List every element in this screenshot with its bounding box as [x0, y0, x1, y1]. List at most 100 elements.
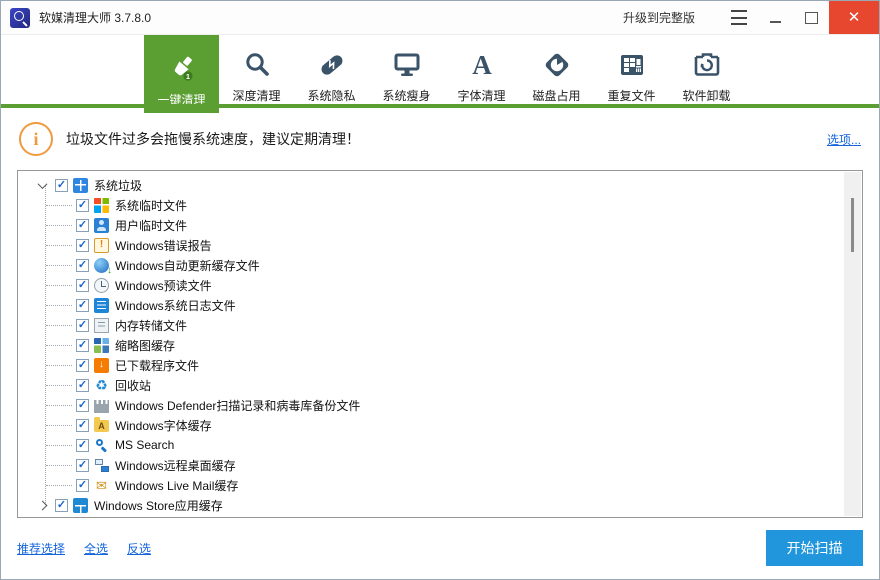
- tree-item[interactable]: ✓ 系统垃圾: [18, 175, 843, 195]
- toolbar-tab-3[interactable]: 系统隐私: [294, 35, 369, 109]
- checkbox[interactable]: ✓: [76, 279, 89, 292]
- checkbox[interactable]: ✓: [76, 419, 89, 432]
- checkbox[interactable]: ✓: [76, 319, 89, 332]
- recommend-select-link[interactable]: 推荐选择: [17, 540, 65, 557]
- tree-item-label: 用户临时文件: [115, 217, 187, 234]
- tree-guide-line: [45, 185, 46, 505]
- deep-scan-icon: [242, 44, 272, 86]
- tree-item[interactable]: ✓Windows系统日志文件: [18, 295, 843, 315]
- minimize-button[interactable]: [757, 1, 793, 34]
- font-cache-icon: A: [94, 420, 109, 432]
- checkbox[interactable]: ✓: [76, 339, 89, 352]
- tree-item[interactable]: ✓Windows远程桌面缓存: [18, 455, 843, 475]
- live-mail-icon: ✉: [94, 478, 109, 493]
- app-logo-icon: [10, 8, 30, 28]
- tree-item-label: MS Search: [115, 438, 174, 452]
- maximize-button[interactable]: [793, 1, 829, 34]
- tree-item-label: 系统垃圾: [94, 177, 142, 194]
- tree-connector: [46, 345, 72, 346]
- tree-item[interactable]: ✓ ✉ Windows Live Mail缓存: [18, 475, 843, 495]
- tree-item[interactable]: ✓ Windows自动更新缓存文件: [18, 255, 843, 275]
- tree-item[interactable]: ✓ 缩略图缓存: [18, 335, 843, 355]
- toolbar-tab-1[interactable]: 1一键清理: [144, 35, 219, 113]
- invert-select-link[interactable]: 反选: [127, 540, 151, 557]
- checkbox[interactable]: ✓: [76, 359, 89, 372]
- checkbox[interactable]: ✓: [76, 379, 89, 392]
- toolbar-tab-label: 系统瘦身: [382, 87, 430, 104]
- tree-item[interactable]: ✓ ♻ 回收站: [18, 375, 843, 395]
- checkbox[interactable]: ✓: [76, 259, 89, 272]
- ms-search-icon: [94, 438, 109, 453]
- tree-item[interactable]: ✓ A Windows字体缓存: [18, 415, 843, 435]
- app-window: 软媒清理大师 3.7.8.0 升级到完整版 ✕ 1一键清理深度清理系统隐私系统瘦…: [0, 0, 880, 580]
- upgrade-link[interactable]: 升级到完整版: [623, 1, 695, 34]
- tree-item-label: 缩略图缓存: [115, 337, 175, 354]
- tree-item-label: Windows Live Mail缓存: [115, 477, 238, 494]
- info-bar: i 垃圾文件过多会拖慢系统速度，建议定期清理！ 选项...: [1, 108, 879, 170]
- remote-desktop-icon: [94, 458, 109, 473]
- main-menu-button[interactable]: [721, 1, 757, 34]
- defender-icon: [94, 398, 109, 413]
- tree-item[interactable]: ✓Windows Store应用缓存: [18, 495, 843, 515]
- checkbox[interactable]: ✓: [76, 439, 89, 452]
- toolbar-tab-7[interactable]: 重复文件: [594, 35, 669, 109]
- update-cache-icon: [94, 258, 109, 273]
- checkbox[interactable]: ✓: [55, 499, 68, 512]
- memory-dump-icon: [94, 318, 109, 333]
- close-button[interactable]: ✕: [829, 1, 879, 34]
- tree-item[interactable]: ✓Windows Defender扫描记录和病毒库备份文件: [18, 395, 843, 415]
- tree-item[interactable]: ✓↓已下载程序文件: [18, 355, 843, 375]
- tree-item-label: 系统临时文件: [115, 197, 187, 214]
- tree-item-label: Windows字体缓存: [115, 417, 212, 434]
- tree-connector: [46, 285, 72, 286]
- close-icon: ✕: [848, 10, 861, 25]
- toolbar-tab-label: 磁盘占用: [532, 87, 580, 104]
- tree-connector: [46, 445, 72, 446]
- tree-item[interactable]: ✓ 用户临时文件: [18, 215, 843, 235]
- tree-item-label: 已下载程序文件: [115, 357, 199, 374]
- checkbox[interactable]: ✓: [76, 299, 89, 312]
- options-link[interactable]: 选项...: [827, 131, 861, 148]
- start-scan-button[interactable]: 开始扫描: [766, 530, 863, 566]
- toolbar-tab-2[interactable]: 深度清理: [219, 35, 294, 109]
- user-files-icon: [94, 218, 109, 233]
- checkbox[interactable]: ✓: [76, 199, 89, 212]
- windows-logo-icon: [73, 178, 88, 193]
- main-toolbar: 1一键清理深度清理系统隐私系统瘦身A字体清理磁盘占用重复文件软件卸载: [1, 35, 879, 108]
- checkbox[interactable]: ✓: [76, 219, 89, 232]
- tree-item-label: 回收站: [115, 377, 151, 394]
- toolbar-tab-5[interactable]: A字体清理: [444, 35, 519, 109]
- maximize-icon: [805, 12, 818, 24]
- privacy-pill-icon: [317, 44, 347, 86]
- tree-connector: [46, 485, 72, 486]
- select-all-link[interactable]: 全选: [84, 540, 108, 557]
- toolbar-tab-label: 字体清理: [457, 87, 505, 104]
- checkbox[interactable]: ✓: [76, 239, 89, 252]
- tree-item-label: Windows自动更新缓存文件: [115, 257, 260, 274]
- checkbox[interactable]: ✓: [55, 179, 68, 192]
- scrollbar-thumb[interactable]: [851, 198, 854, 252]
- tree-item[interactable]: ✓ 系统临时文件: [18, 195, 843, 215]
- windows-store-icon: [73, 498, 88, 513]
- tree-item[interactable]: ✓ MS Search: [18, 435, 843, 455]
- tree-connector: [46, 265, 72, 266]
- prefetch-icon: [94, 278, 109, 293]
- tree-item[interactable]: ✓!Windows错误报告: [18, 235, 843, 255]
- tree-item[interactable]: ✓ 内存转储文件: [18, 315, 843, 335]
- scrollbar-track[interactable]: [844, 172, 861, 516]
- toolbar-tab-6[interactable]: 磁盘占用: [519, 35, 594, 109]
- tree-item-label: 内存转储文件: [115, 317, 187, 334]
- recycle-bin-icon: ♻: [94, 378, 109, 393]
- toolbar-accent-line: [1, 104, 879, 108]
- duplicate-files-icon: [617, 44, 647, 86]
- toolbar-tab-8[interactable]: 软件卸载: [669, 35, 744, 109]
- toolbar-tab-label: 软件卸载: [682, 87, 730, 104]
- tree-item[interactable]: ✓Windows预读文件: [18, 275, 843, 295]
- toolbar-tab-4[interactable]: 系统瘦身: [369, 35, 444, 109]
- checkbox[interactable]: ✓: [76, 459, 89, 472]
- checkbox[interactable]: ✓: [76, 399, 89, 412]
- slim-monitor-icon: [392, 44, 422, 86]
- checkbox[interactable]: ✓: [76, 479, 89, 492]
- tree-connector: [46, 385, 72, 386]
- windows-flag-icon: [94, 198, 109, 213]
